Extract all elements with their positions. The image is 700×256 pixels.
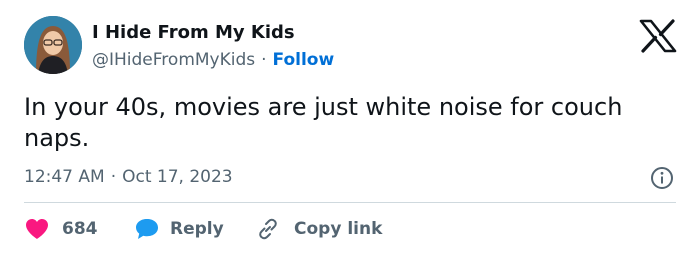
avatar[interactable] — [24, 16, 82, 74]
tweet-text: In your 40s, movies are just white noise… — [24, 93, 623, 152]
heart-icon — [24, 217, 50, 241]
avatar-image — [24, 16, 82, 74]
link-icon — [256, 217, 280, 241]
meta-separator: · — [110, 167, 117, 187]
handle-separator: · — [261, 50, 267, 70]
reply-button[interactable]: Reply — [134, 217, 256, 241]
tweet-date[interactable]: Oct 17, 2023 — [122, 167, 233, 187]
reply-bubble-icon — [134, 217, 160, 241]
like-button[interactable]: 684 — [24, 217, 134, 241]
tweet-card: I Hide From My Kids @IHideFromMyKids · Fol… — [0, 0, 700, 256]
tweet-time[interactable]: 12:47 AM — [24, 167, 105, 187]
like-count: 684 — [62, 219, 98, 239]
follow-button[interactable]: Follow — [273, 50, 335, 70]
info-icon[interactable] — [650, 166, 674, 190]
copy-link-button[interactable]: Copy link — [256, 217, 382, 241]
copy-link-label: Copy link — [294, 219, 383, 239]
x-logo-icon[interactable] — [638, 19, 678, 53]
reply-label: Reply — [170, 219, 224, 239]
action-bar: 684 Reply Copy link — [24, 216, 382, 242]
author-display-name[interactable]: I Hide From My Kids — [92, 22, 295, 44]
divider — [24, 202, 676, 203]
tweet-meta: 12:47 AM · Oct 17, 2023 — [24, 166, 233, 188]
author-handle-row: @IHideFromMyKids · Follow — [92, 49, 334, 71]
author-handle[interactable]: @IHideFromMyKids — [92, 50, 255, 70]
